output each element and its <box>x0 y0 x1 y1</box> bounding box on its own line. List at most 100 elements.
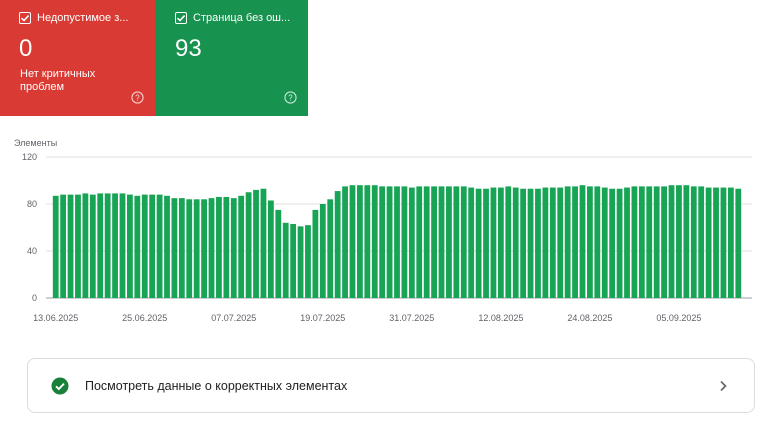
chart-bar[interactable] <box>690 186 697 299</box>
chart-bar[interactable] <box>490 187 497 298</box>
chart-bar[interactable] <box>134 195 141 298</box>
chart-bar[interactable] <box>616 188 623 298</box>
chart-bar[interactable] <box>75 194 81 298</box>
chart-bar[interactable] <box>342 186 348 299</box>
chart-bar[interactable] <box>527 188 534 298</box>
chart-bar[interactable] <box>646 186 653 299</box>
invalid-items-card[interactable]: Недопустимое з... 0 Нет критичных пробле… <box>0 0 155 116</box>
chart-bar[interactable] <box>698 186 705 299</box>
chart-bar[interactable] <box>141 194 148 298</box>
chart-bar[interactable] <box>216 196 222 298</box>
chart-bar[interactable] <box>282 222 289 298</box>
chart-bar[interactable] <box>327 199 334 298</box>
chart-bar[interactable] <box>720 187 727 298</box>
chart-bar[interactable] <box>668 185 675 298</box>
chart-bar[interactable] <box>601 187 608 298</box>
chart-bar[interactable] <box>89 194 96 298</box>
chart-bar[interactable] <box>572 186 578 299</box>
chevron-right-icon[interactable] <box>716 379 730 393</box>
chart-bar[interactable] <box>119 193 126 298</box>
chart-bar[interactable] <box>171 198 178 299</box>
help-icon[interactable]: ? <box>131 91 144 104</box>
chart-bar[interactable] <box>60 194 67 298</box>
chart-bar[interactable] <box>178 198 185 299</box>
chart-bar[interactable] <box>727 187 734 298</box>
chart-bar[interactable] <box>497 187 504 298</box>
chart-bar[interactable] <box>379 186 386 299</box>
chart-bar[interactable] <box>713 187 719 298</box>
chart-bar[interactable] <box>579 185 586 298</box>
chart-bar[interactable] <box>245 192 252 298</box>
chart-bar[interactable] <box>193 199 200 298</box>
chart-bar[interactable] <box>549 187 556 298</box>
chart-bar[interactable] <box>208 198 215 299</box>
chart-bar[interactable] <box>357 185 363 298</box>
chart-bar[interactable] <box>223 196 230 298</box>
chart-bar[interactable] <box>82 193 89 298</box>
chart-bar[interactable] <box>676 185 682 298</box>
chart-bar[interactable] <box>661 186 667 299</box>
chart-bar[interactable] <box>587 186 593 299</box>
chart-bar[interactable] <box>683 185 690 298</box>
chart-bar[interactable] <box>705 187 712 298</box>
chart-bar[interactable] <box>267 200 274 298</box>
chart-bar[interactable] <box>67 194 74 298</box>
chart-bar[interactable] <box>319 204 326 298</box>
chart-bar[interactable] <box>638 186 645 299</box>
chart-bar[interactable] <box>505 186 512 299</box>
chart-bar[interactable] <box>438 186 445 299</box>
chart-bar[interactable] <box>275 209 282 299</box>
chart-bar[interactable] <box>149 194 156 298</box>
chart-bar[interactable] <box>408 187 415 298</box>
valid-page-card[interactable]: Страница без ош... 93 ? <box>155 0 308 116</box>
chart-bar[interactable] <box>401 186 408 299</box>
chart-bar[interactable] <box>460 186 467 299</box>
chart-bar[interactable] <box>164 195 170 298</box>
checkbox-checked-icon[interactable] <box>19 12 31 24</box>
chart-bar[interactable] <box>386 186 393 299</box>
chart-bar[interactable] <box>230 198 237 299</box>
chart-bar[interactable] <box>253 189 259 298</box>
chart-bar[interactable] <box>156 194 163 298</box>
chart-bar[interactable] <box>334 191 341 298</box>
chart-bar[interactable] <box>624 187 630 298</box>
chart-bar[interactable] <box>475 188 482 298</box>
chart-bar[interactable] <box>297 226 304 298</box>
chart-bar[interactable] <box>542 187 549 298</box>
chart-bar[interactable] <box>104 193 111 298</box>
chart-bar[interactable] <box>52 195 59 298</box>
chart-bar[interactable] <box>631 186 638 299</box>
chart-bar[interactable] <box>349 185 356 298</box>
chart-bar[interactable] <box>364 185 371 298</box>
chart-bar[interactable] <box>238 195 245 298</box>
chart-bar[interactable] <box>535 188 541 298</box>
chart-bar[interactable] <box>290 223 297 298</box>
chart-bar[interactable] <box>201 199 207 298</box>
chart-bar[interactable] <box>431 186 437 299</box>
chart-bar[interactable] <box>112 193 118 298</box>
chart-bar[interactable] <box>609 188 616 298</box>
chart-bar[interactable] <box>483 188 489 298</box>
chart-bar[interactable] <box>371 185 378 298</box>
chart-bar[interactable] <box>416 186 423 299</box>
chart-bar[interactable] <box>735 188 742 298</box>
chart-bar[interactable] <box>594 186 601 299</box>
chart-bar[interactable] <box>127 194 133 298</box>
chart-bar[interactable] <box>512 187 519 298</box>
chart-bar[interactable] <box>423 186 430 299</box>
checkbox-checked-icon[interactable] <box>175 12 187 24</box>
chart-bar[interactable] <box>653 186 660 299</box>
chart-bar[interactable] <box>186 199 193 298</box>
chart-bar[interactable] <box>564 186 571 299</box>
chart-bar[interactable] <box>312 209 319 299</box>
chart-bar[interactable] <box>97 193 104 298</box>
chart-bar[interactable] <box>557 187 564 298</box>
chart-bar[interactable] <box>446 186 452 299</box>
help-icon[interactable]: ? <box>284 91 297 104</box>
chart-bar[interactable] <box>520 188 527 298</box>
chart-bar[interactable] <box>468 187 475 298</box>
chart-bar[interactable] <box>394 186 400 299</box>
chart-bar[interactable] <box>453 186 460 299</box>
chart-bar[interactable] <box>305 225 311 298</box>
view-valid-items-row[interactable]: Посмотреть данные о корректных элементах <box>27 358 755 413</box>
